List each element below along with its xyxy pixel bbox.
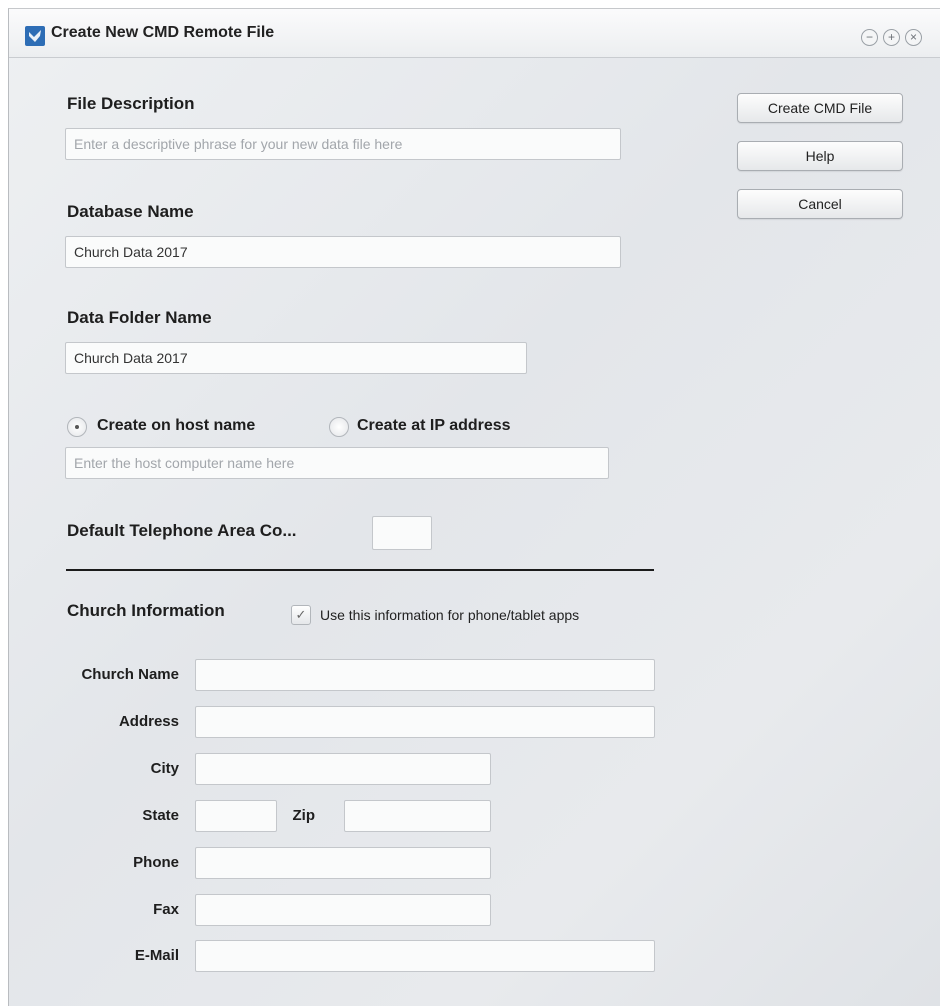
file-description-label: File Description (67, 94, 195, 113)
state-label: State (142, 807, 179, 824)
church-name-label: Church Name (81, 666, 179, 683)
title-bar: Create New CMD Remote File − + × (9, 9, 940, 58)
maximize-icon[interactable]: + (883, 29, 900, 46)
window-title: Create New CMD Remote File (51, 24, 275, 41)
area-code-label: Default Telephone Area Co... (67, 521, 297, 540)
close-icon[interactable]: × (905, 29, 922, 46)
zip-input[interactable] (344, 800, 491, 832)
church-name-input[interactable] (195, 659, 655, 691)
data-folder-name-label: Data Folder Name (67, 308, 212, 327)
create-at-ip-address-radio[interactable] (329, 417, 349, 437)
city-input[interactable] (195, 753, 491, 785)
zip-label: Zip (292, 807, 316, 824)
minimize-icon[interactable]: − (861, 29, 878, 46)
use-for-apps-checkbox[interactable]: ✓ (291, 605, 311, 625)
help-button[interactable]: Help (737, 141, 903, 171)
create-on-host-name-label[interactable]: Create on host name (97, 417, 255, 435)
area-code-input[interactable] (372, 516, 432, 550)
section-divider (66, 569, 654, 571)
cancel-button[interactable]: Cancel (737, 189, 903, 219)
create-at-ip-address-label[interactable]: Create at IP address (357, 417, 511, 435)
use-for-apps-label[interactable]: Use this information for phone/tablet ap… (320, 607, 579, 623)
city-label: City (150, 760, 179, 777)
create-on-host-name-radio[interactable] (67, 417, 87, 437)
email-label: E-Mail (134, 947, 179, 964)
create-cmd-remote-file-dialog: Create New CMD Remote File − + × Create … (8, 8, 940, 1006)
fax-input[interactable] (195, 894, 491, 926)
data-folder-name-input[interactable] (65, 342, 527, 374)
fax-label: Fax (153, 901, 179, 918)
checkmark-icon: ✓ (295, 607, 307, 622)
host-name-input[interactable] (65, 447, 609, 479)
address-input[interactable] (195, 706, 655, 738)
database-name-input[interactable] (65, 236, 621, 268)
address-label: Address (118, 713, 179, 730)
app-logo-icon (25, 26, 45, 46)
file-description-input[interactable] (65, 128, 621, 160)
create-cmd-file-button[interactable]: Create CMD File (737, 93, 903, 123)
email-input[interactable] (195, 940, 655, 972)
phone-input[interactable] (195, 847, 491, 879)
database-name-label: Database Name (67, 202, 194, 221)
church-information-heading: Church Information (67, 601, 225, 620)
phone-label: Phone (133, 854, 179, 871)
